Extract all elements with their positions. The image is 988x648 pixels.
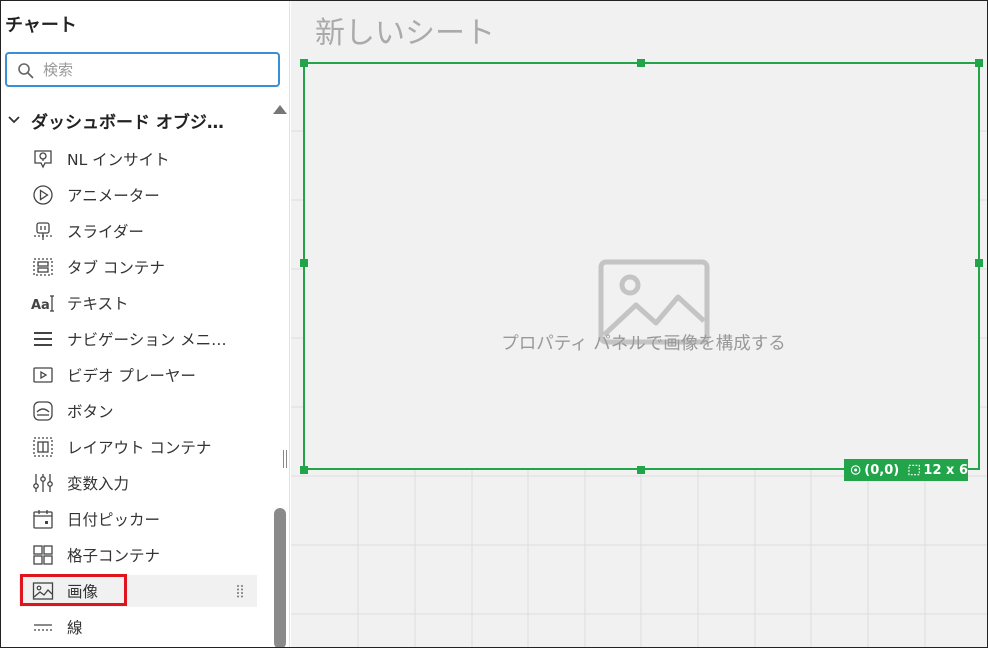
chevron-down-icon [8,116,20,124]
sidebar-item-label: テキスト [67,295,129,313]
sidebar-item-variable-input[interactable]: 変数入力 [19,467,257,499]
search-box[interactable] [5,52,280,87]
sidebar-item-navigation-menu[interactable]: ナビゲーション メニ… [19,323,257,355]
resize-handle-bottom-left[interactable] [300,466,308,474]
variable-input-icon [29,471,57,495]
tab-container-icon [29,255,57,279]
sidebar-item-text[interactable]: Aa テキスト [19,287,257,319]
sheet-canvas[interactable]: 新しいシート プロパティ パネルで画像を構成する (0,0) 12 x 6 [291,1,987,647]
section-label: ダッシュボード オブジ… [31,112,224,133]
sidebar-item-video-player[interactable]: ビデオ プレーヤー [19,359,257,391]
image-object[interactable]: プロパティ パネルで画像を構成する [303,62,980,470]
panel-resize-grip-icon[interactable] [282,450,288,468]
play-circle-icon [29,183,57,207]
search-input[interactable] [43,59,271,81]
sidebar-item-label: 変数入力 [67,475,130,493]
resize-handle-top-left[interactable] [300,59,308,67]
calendar-icon [29,507,57,531]
grid-container-icon [29,543,57,567]
sidebar-item-label: スライダー [67,223,144,241]
sidebar-item-slider[interactable]: スライダー [19,215,257,247]
sidebar-title: チャート [5,15,77,36]
resize-handle-top[interactable] [637,59,645,67]
layout-container-icon [29,435,57,459]
chart-sidebar: チャート ダッシュボード オブジ… NL インサイト [1,1,290,647]
size-frame-icon [908,464,921,476]
position-size-badge: (0,0) 12 x 6 [844,459,968,481]
resize-handle-right[interactable] [975,259,983,267]
video-player-icon [29,363,57,387]
sidebar-item-label: 線 [67,619,83,637]
text-aa-icon: Aa [29,291,57,315]
sidebar-item-label: NL インサイト [67,151,170,169]
scroll-up-arrow-icon[interactable] [273,105,287,114]
resize-handle-left[interactable] [300,259,308,267]
size-label: 12 x 6 [923,462,968,478]
sidebar-item-label: レイアウト コンテナ [67,439,212,457]
sidebar-item-animator[interactable]: アニメーター [19,179,257,211]
sidebar-item-label: アニメーター [67,187,160,205]
svg-text:Aa: Aa [31,298,50,313]
sidebar-item-button[interactable]: ボタン [19,395,257,427]
highlight-annotation-box [20,574,127,606]
sidebar-item-line[interactable]: 線 [19,611,257,643]
resize-handle-bottom[interactable] [637,466,645,474]
target-icon [850,465,861,475]
slider-icon [29,219,57,243]
section-dashboard-objects[interactable]: ダッシュボード オブジ… [7,107,267,133]
nl-insight-icon [29,147,57,171]
hamburger-menu-icon [29,327,57,351]
sidebar-item-label: タブ コンテナ [67,259,165,277]
sidebar-item-tab-container[interactable]: タブ コンテナ [19,251,257,283]
resize-handle-top-right[interactable] [975,59,983,67]
sidebar-item-layout-container[interactable]: レイアウト コンテナ [19,431,257,463]
sidebar-item-nl-insight[interactable]: NL インサイト [19,143,257,175]
button-icon [29,399,57,423]
sidebar-item-label: ビデオ プレーヤー [67,367,196,385]
sidebar-item-label: 日付ピッカー [67,511,161,529]
sidebar-item-grid-container[interactable]: 格子コンテナ [19,539,257,571]
drag-handle-icon[interactable] [235,584,245,598]
position-label: (0,0) [864,462,900,478]
sidebar-item-label: ナビゲーション メニ… [67,331,227,349]
sheet-title[interactable]: 新しいシート [315,8,495,52]
sidebar-item-label: 格子コンテナ [67,547,161,565]
line-icon [29,615,57,639]
sidebar-item-date-picker[interactable]: 日付ピッカー [19,503,257,535]
sidebar-item-label: ボタン [67,403,114,421]
image-placeholder-text: プロパティ パネルで画像を構成する [501,334,786,354]
sidebar-scrollbar-thumb[interactable] [274,508,286,647]
search-icon [18,63,34,79]
